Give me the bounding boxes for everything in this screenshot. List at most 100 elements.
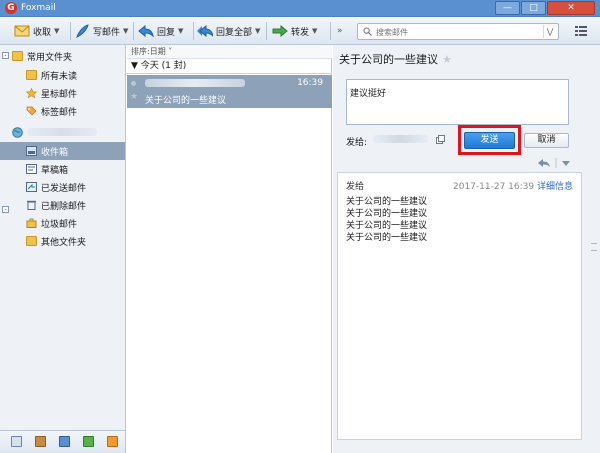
star-icon[interactable]: ★ [130,92,138,102]
minimize-button[interactable]: — [495,1,520,15]
sidebar-item-label: 星标邮件 [41,89,78,100]
sidebar-item-label: 草稿箱 [41,165,69,176]
toolbar-divider [133,22,134,40]
reply-nav [535,156,575,170]
folder-icon [26,236,37,246]
star-icon[interactable]: ★ [442,53,452,66]
chevron-down-icon[interactable]: ▼ [312,27,317,35]
mail-body: 发给 2017-11-27 16:39 详细信息 关于公司的一些建议 关于公司的… [337,172,582,440]
sort-label: 排序:日期 [131,47,166,56]
main-toolbar: 收取 ▼ 写邮件 ▼ 回复 ▼ 回复全部 ▼ 转发 ▼ » 搜索邮件 ⋁ [0,17,600,45]
mail-date: 2017-11-27 16:39 [453,182,535,192]
message-group-today[interactable]: ▼ 今天 (1 封) [127,59,332,74]
copy-icon[interactable] [436,135,445,144]
details-link[interactable]: 详细信息 [537,182,573,192]
forward-arrow-icon [272,24,288,38]
sidebar-item-label: 已删除邮件 [41,201,87,212]
read-status-icon[interactable] [131,81,136,86]
inbox-icon [26,146,37,156]
close-button[interactable]: ✕ [547,1,595,15]
body-line: 关于公司的一些建议 [346,209,428,219]
toolbar-divider [193,22,194,40]
folder-icon [12,51,23,61]
mail-body-lines: 关于公司的一些建议 关于公司的一些建议 关于公司的一些建议 关于公司的一些建议 [346,196,427,244]
chevron-down-icon[interactable]: ▼ [255,27,260,35]
from-label: 发给 [346,182,365,192]
sidebar-item-label: 标签邮件 [41,107,78,118]
search-box[interactable]: ⋁ [357,23,559,40]
title-bar: G Foxmail — □ ✕ [0,0,600,17]
mail-module-icon[interactable] [11,436,22,447]
toolbar-divider [330,22,331,40]
message-row[interactable]: 16:39 ★ 关于公司的一些建议 [127,75,332,108]
sidebar-item-all-unread[interactable]: 所有未读 [0,66,125,84]
common-folders-label: 常用文件夹 [27,52,73,63]
folder-sidebar: - 常用文件夹 所有未读 星标邮件 标签邮件 - 收件箱 草稿箱 已发送邮件 已… [0,45,126,453]
body-line: 关于公司的一些建议 [346,197,428,207]
notes-module-icon[interactable] [83,436,94,447]
junk-icon [26,218,37,228]
trash-icon [26,200,37,210]
reply-all-button[interactable]: 回复全部 ▼ [197,22,260,40]
sidebar-item-label: 所有未读 [41,71,78,82]
feather-pen-icon [74,24,90,38]
drafts-icon [26,164,37,174]
forward-label: 转发 [291,27,310,38]
folder-icon [26,70,37,80]
sidebar-item-drafts[interactable]: 草稿箱 [0,160,125,178]
message-list-pane: 排序:日期 ˅ ▼ 今天 (1 封) 16:39 ★ 关于公司的一些建议 [127,45,332,453]
collapse-arrow-icon: ▼ [131,61,138,71]
send-button[interactable]: 发送 [464,132,515,149]
sidebar-item-label: 其他文件夹 [41,237,87,248]
mail-subject-title: 关于公司的一些建议 ★ [339,51,452,67]
account-header[interactable]: - [0,123,125,213]
sidebar-item-sent[interactable]: 已发送邮件 [0,178,125,196]
chevron-down-icon[interactable]: ▼ [54,27,59,35]
sidebar-item-other-folders[interactable]: 其他文件夹 [0,232,125,250]
envelope-icon [14,24,30,38]
chevron-down-icon[interactable]: ▼ [123,27,128,35]
compose-button[interactable]: 写邮件 ▼ [74,22,128,40]
toolbar-divider [266,22,267,40]
quick-reply-textarea[interactable]: 建议挺好 [346,79,569,125]
main-menu-icon[interactable] [573,23,589,39]
toolbar-divider [70,22,71,40]
sender-redacted [145,79,245,87]
contacts-module-icon[interactable] [35,436,46,447]
reading-pane: 关于公司的一些建议 ★ 建议挺好 发给: 发送 取消 发给 2017-11-27 … [333,45,600,453]
body-line: 关于公司的一些建议 [346,233,428,243]
cancel-button[interactable]: 取消 [524,133,569,148]
group-label: 今天 (1 封) [140,61,187,71]
sidebar-item-label: 垃圾邮件 [41,219,78,230]
sidebar-item-deleted[interactable]: 已删除邮件 [0,196,125,214]
pane-scrollbar[interactable] [588,45,600,453]
sent-icon [26,182,37,192]
reply-all-arrow-icon [197,24,214,38]
chevron-down-icon: ˅ [168,47,173,56]
collapse-toggle-icon[interactable]: - [2,52,9,59]
sidebar-item-inbox[interactable]: 收件箱 [0,142,125,160]
tag-icon [26,106,37,116]
calendar-module-icon[interactable] [59,436,70,447]
common-folders-header[interactable]: - 常用文件夹 [0,47,125,65]
reply-arrow-icon [138,24,154,38]
receive-button[interactable]: 收取 ▼ [14,22,59,40]
scroll-grip[interactable] [591,243,597,251]
forward-button[interactable]: 转发 ▼ [272,22,317,40]
chevron-down-icon[interactable]: ▼ [178,27,183,35]
sidebar-item-label: 收件箱 [41,147,69,158]
maximize-button[interactable]: □ [521,1,546,15]
sidebar-item-starred[interactable]: 星标邮件 [0,84,125,102]
recipient-redacted [373,135,428,143]
sidebar-item-junk[interactable]: 垃圾邮件 [0,214,125,232]
receive-label: 收取 [33,27,52,38]
reply-button[interactable]: 回复 ▼ [138,22,183,40]
message-time: 16:39 [297,78,323,88]
rss-module-icon[interactable] [107,436,118,447]
sort-dropdown[interactable]: 排序:日期 ˅ [127,45,332,59]
search-input[interactable] [376,26,536,38]
more-toolbar-button[interactable]: » [337,22,343,40]
account-name-redacted [27,128,97,136]
search-options-dropdown[interactable]: ⋁ [543,25,556,38]
sidebar-item-tagged[interactable]: 标签邮件 [0,102,125,120]
